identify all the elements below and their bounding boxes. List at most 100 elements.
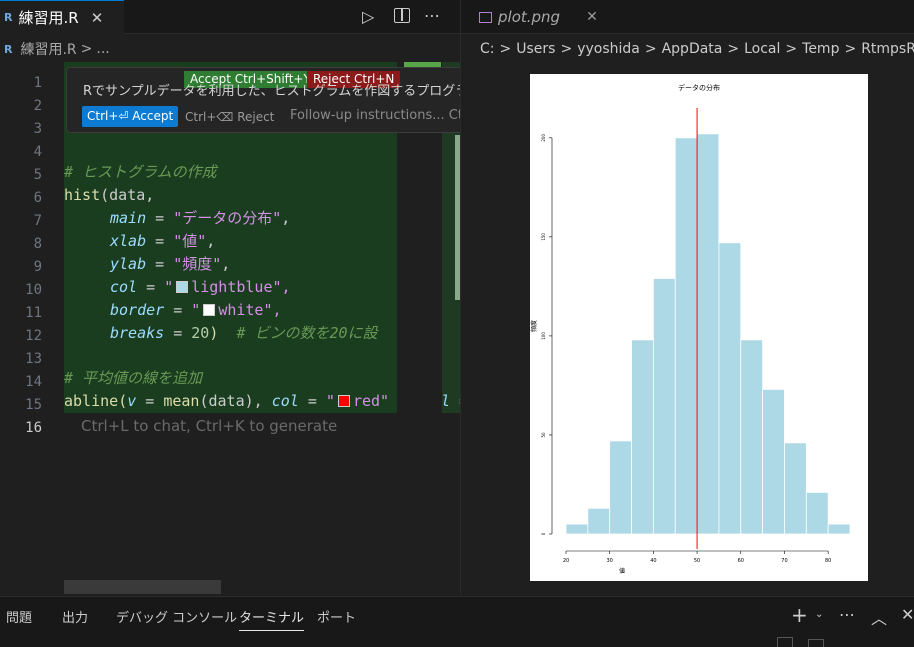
tab-plot-png[interactable]: plot.png ✕ <box>461 0 609 34</box>
param-name: main <box>110 209 147 227</box>
panel-tab-output[interactable]: 出力 <box>62 607 88 626</box>
line-number: 2 <box>33 98 42 114</box>
color-swatch-lightblue[interactable] <box>176 281 189 293</box>
reject-button[interactable]: Ctrl+⌫ Reject <box>185 110 274 124</box>
close-icon[interactable]: ✕ <box>586 9 598 25</box>
panel-tab-problems[interactable]: 問題 <box>6 607 32 626</box>
function-name: abline <box>64 392 119 410</box>
breadcrumb-segment[interactable]: RtmpsRJkL <box>861 41 914 57</box>
code-line-6[interactable]: hist(data, <box>64 184 154 207</box>
histogram-bar <box>762 388 785 535</box>
histogram-bar <box>631 339 654 535</box>
chevron-down-icon[interactable]: ⌄ <box>815 609 823 620</box>
line-number: 7 <box>33 213 42 229</box>
x-tick-label: 20 <box>563 558 569 564</box>
histogram-bar <box>674 137 698 535</box>
breadcrumb-segment[interactable]: yyoshida <box>577 41 640 57</box>
viewer-tab-bar: plot.png ✕ <box>461 0 914 34</box>
histogram-bar <box>784 442 807 535</box>
panel-tab-terminal[interactable]: ターミナル <box>239 607 305 631</box>
string-literal: "値" <box>173 232 207 250</box>
code-line-12[interactable]: breaks = 20) # ビンの数を20に設 <box>110 322 397 345</box>
more-actions-icon[interactable]: ⋯ <box>424 6 440 25</box>
followup-input[interactable]: Follow-up instructions... Ctr <box>290 108 460 123</box>
line-number: 11 <box>25 305 42 321</box>
close-panel-icon[interactable]: ✕ <box>901 605 914 624</box>
code-line-5[interactable]: # ヒストグラムの作成 <box>64 161 217 184</box>
split-editor-icon[interactable] <box>394 8 410 23</box>
param-name: ylab <box>110 255 147 273</box>
y-tick-label: 150 <box>541 233 546 241</box>
accept-button[interactable]: Ctrl+⏎ Accept <box>82 106 179 127</box>
inline-edit-popup: Accept Ctrl+Shift+Y Reject Ctrl+N Rでサンプル… <box>66 67 466 133</box>
param-name: v <box>127 392 137 410</box>
code-line-15[interactable]: abline(v = mean(data), col = " red" <box>64 390 389 413</box>
comment: # ビンの数を20に設 <box>236 324 378 342</box>
line-number: 15 <box>25 397 42 413</box>
line-number: 10 <box>25 282 42 298</box>
histogram-bar <box>696 133 720 535</box>
param-name: breaks <box>110 324 165 342</box>
code-line-14[interactable]: # 平均値の線を追加 <box>64 367 202 390</box>
line-number: 4 <box>33 144 42 160</box>
maximize-panel-icon[interactable]: ︿ <box>871 605 887 629</box>
tab-label: plot.png <box>498 8 561 26</box>
editor-tab-bar: R 練習用.R ✕ ▷ ⋯ <box>0 0 460 34</box>
image-viewer-pane: plot.png ✕ C: > Users > yyoshida > AppData >… <box>461 0 914 595</box>
tab-label: 練習用.R <box>18 9 79 27</box>
code-line-7[interactable]: main = "データの分布", <box>110 207 290 230</box>
close-icon[interactable]: ✕ <box>91 9 104 27</box>
split-terminal-icon[interactable] <box>808 639 824 647</box>
breadcrumb-file[interactable]: 練習用.R <box>20 39 76 59</box>
function-name: mean <box>163 392 200 410</box>
string-literal: white", <box>218 301 282 319</box>
comment: # ヒストグラムの作成 <box>64 163 217 181</box>
panel-tab-debug-console[interactable]: デバッグ コンソール <box>116 607 237 626</box>
x-tick-label: 60 <box>738 558 744 564</box>
string-literal: "データの分布" <box>173 209 282 227</box>
breadcrumb-more[interactable]: ... <box>96 41 109 57</box>
string-literal: red" <box>352 392 390 410</box>
breadcrumb-segment[interactable]: Users <box>516 41 555 57</box>
line-number: 1 <box>33 75 42 91</box>
r-file-icon: R <box>4 42 13 56</box>
more-actions-icon[interactable]: ⋯ <box>839 605 855 624</box>
breadcrumb-segment[interactable]: Temp <box>802 41 839 57</box>
prompt-text: Rでサンプルデータを利用した、ヒストグラムを作図するプログラム <box>83 84 463 99</box>
code-line-11[interactable]: border = " white", <box>110 299 282 322</box>
line-number: 12 <box>25 328 42 344</box>
chart-title: データの分布 <box>678 83 720 92</box>
run-icon[interactable]: ▷ <box>362 7 374 26</box>
breadcrumb: R 練習用.R > ... <box>4 36 110 62</box>
x-tick-label: 80 <box>825 558 831 564</box>
tab-practice-r[interactable]: R 練習用.R ✕ <box>0 0 124 34</box>
line-number: 8 <box>33 236 42 252</box>
panel-tab-ports[interactable]: ポート <box>317 607 356 626</box>
code-line-10[interactable]: col = " lightblue", <box>110 276 291 299</box>
y-tick-label: 100 <box>541 332 546 340</box>
histogram-bar <box>740 339 764 535</box>
number-literal: 20 <box>191 324 210 342</box>
code-line-8[interactable]: xlab = "値", <box>110 230 215 253</box>
image-file-icon <box>479 11 492 23</box>
scrollbar-thumb-horizontal[interactable] <box>64 580 221 594</box>
line-number: 13 <box>25 351 42 367</box>
x-tick-label: 50 <box>694 558 700 564</box>
param-name: xlab <box>110 232 147 250</box>
x-axis-label: 値 <box>619 567 625 575</box>
color-swatch-white[interactable] <box>203 304 216 316</box>
breadcrumb-segment[interactable]: AppData <box>662 41 723 57</box>
line-numbers: 1 2 3 4 5 6 7 8 9 10 11 12 13 14 15 16 <box>0 72 42 440</box>
new-terminal-icon[interactable]: + <box>791 603 808 627</box>
terminal-icon[interactable] <box>777 637 793 647</box>
code-line-15-overflow: l = <box>441 390 460 413</box>
line-number: 9 <box>33 259 42 275</box>
color-swatch-red[interactable] <box>337 395 350 407</box>
histogram-chart: データの分布 値 頻度 20 30 40 50 60 70 80 0 50 100 150 200 <box>530 83 851 575</box>
param-name: col <box>110 278 138 296</box>
bottom-panel: 問題 出力 デバッグ コンソール ターミナル ポート + ⌄ ⋯ ︿ ✕ <box>0 596 914 647</box>
code-line-9[interactable]: ylab = "頻度", <box>110 253 230 276</box>
histogram-bar <box>827 523 851 535</box>
breadcrumb-segment[interactable]: Local <box>744 41 780 57</box>
breadcrumb-segment[interactable]: C: <box>480 41 495 57</box>
